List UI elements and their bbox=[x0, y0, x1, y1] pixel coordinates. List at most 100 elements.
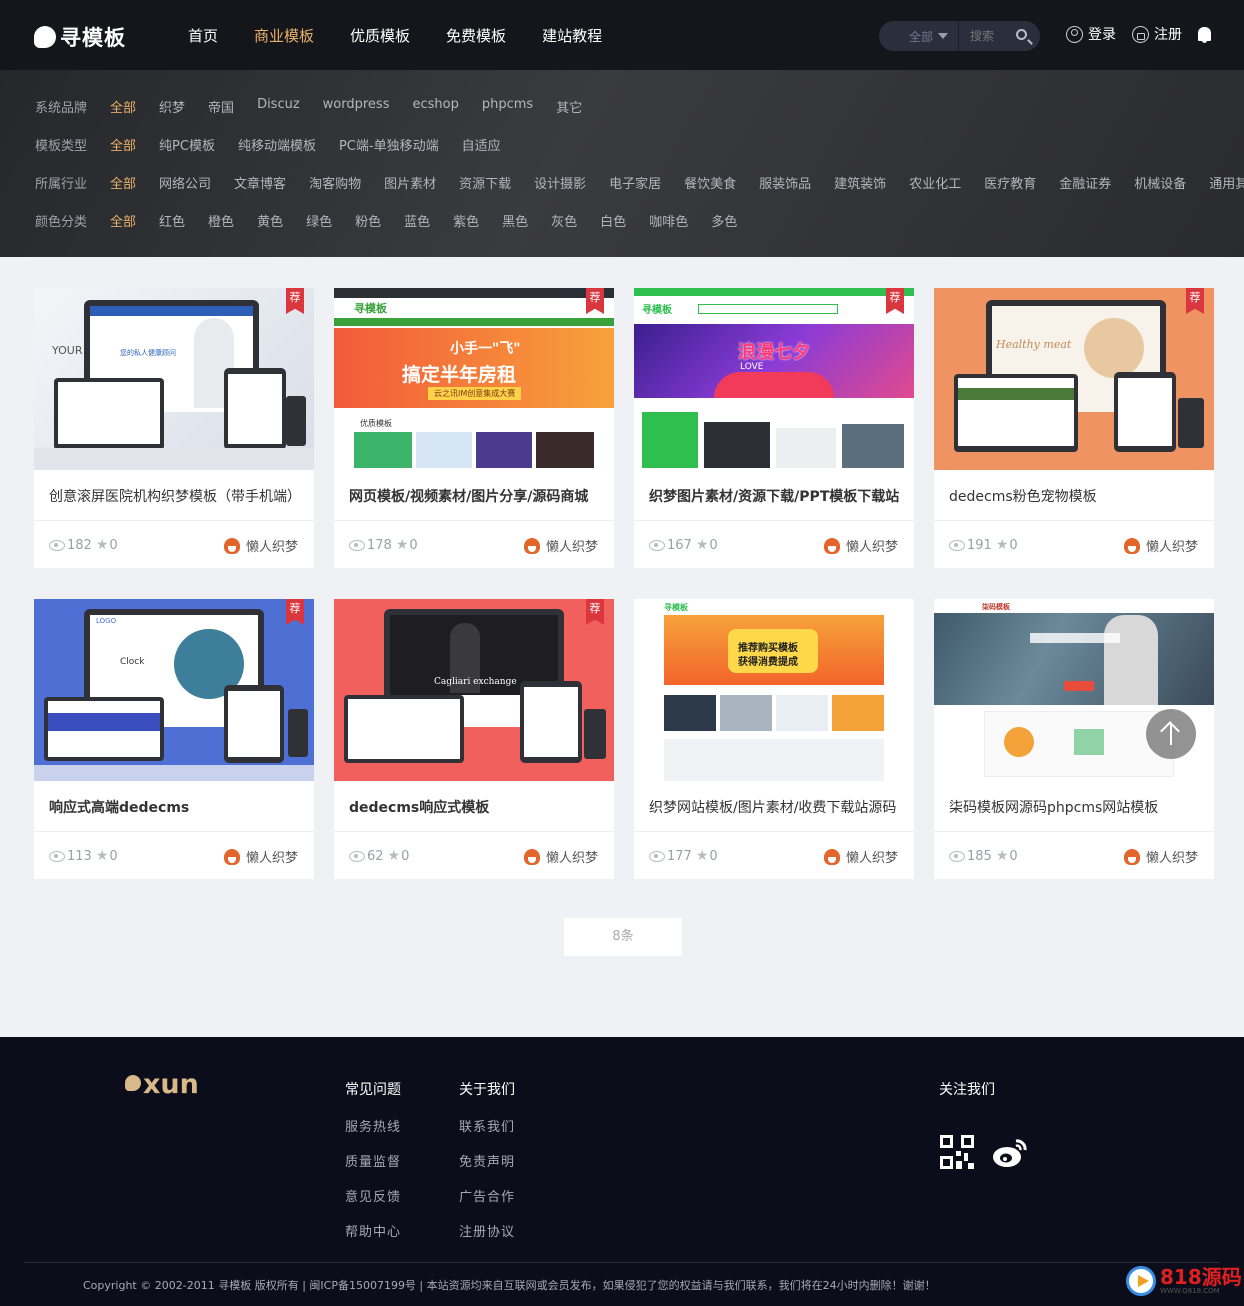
pagination-count[interactable]: 8条 bbox=[564, 918, 682, 956]
filter-option[interactable]: 机械设备 bbox=[1134, 173, 1186, 192]
notification-bell-icon[interactable] bbox=[1198, 27, 1211, 43]
footer-link[interactable]: 免责声明 bbox=[459, 1151, 515, 1170]
template-card[interactable]: LOGO Clock 荐 响应式高端dedecms 113 ★ 0 懒人织梦 bbox=[34, 599, 314, 879]
author-link[interactable]: 懒人织梦 bbox=[523, 847, 598, 866]
template-title[interactable]: 创意滚屏医院机构织梦模板（带手机端） bbox=[49, 486, 301, 506]
footer-link[interactable]: 联系我们 bbox=[459, 1116, 515, 1135]
filter-option[interactable]: 纯PC模板 bbox=[159, 135, 215, 154]
filter-option[interactable]: 蓝色 bbox=[404, 211, 430, 230]
qrcode-icon[interactable] bbox=[940, 1135, 974, 1169]
search-button[interactable] bbox=[1011, 24, 1035, 48]
template-title[interactable]: 织梦图片素材/资源下载/PPT模板下载站 bbox=[649, 486, 901, 506]
template-thumbnail[interactable]: YOUR 您的私人健康顾问 bbox=[34, 288, 314, 470]
author-link[interactable]: 懒人织梦 bbox=[1123, 847, 1198, 866]
filter-option[interactable]: 全部 bbox=[110, 173, 136, 192]
user-icon bbox=[1066, 25, 1083, 43]
author-link[interactable]: 懒人织梦 bbox=[1123, 536, 1198, 555]
filter-option[interactable]: 通用其他 bbox=[1209, 173, 1244, 192]
filter-option[interactable]: 网络公司 bbox=[159, 173, 211, 192]
filter-option[interactable]: 文章博客 bbox=[234, 173, 286, 192]
weibo-icon[interactable] bbox=[992, 1137, 1028, 1169]
filter-option[interactable]: 紫色 bbox=[453, 211, 479, 230]
filter-option[interactable]: 建筑装饰 bbox=[834, 173, 886, 192]
template-title[interactable]: 柒码模板网源码phpcms网站模板 bbox=[949, 797, 1201, 817]
author-link[interactable]: 懒人织梦 bbox=[223, 847, 298, 866]
search-input[interactable] bbox=[959, 29, 1011, 43]
filter-option[interactable]: 设计摄影 bbox=[534, 173, 586, 192]
template-title[interactable]: 响应式高端dedecms bbox=[49, 797, 301, 817]
filter-option[interactable]: 金融证券 bbox=[1059, 173, 1111, 192]
template-card[interactable]: 寻模板 小手一"飞" 搞定半年房租 云之讯IM创意集成大赛 优质模板 荐 网页模… bbox=[334, 288, 614, 568]
nav-home[interactable]: 首页 bbox=[188, 25, 218, 46]
filter-option[interactable]: 农业化工 bbox=[909, 173, 961, 192]
author-link[interactable]: 懒人织梦 bbox=[823, 847, 898, 866]
filter-option[interactable]: wordpress bbox=[323, 97, 390, 116]
template-card[interactable]: YOUR 您的私人健康顾问 荐 创意滚屏医院机构织梦模板（带手机端） 182 ★… bbox=[34, 288, 314, 568]
author-link[interactable]: 懒人织梦 bbox=[823, 536, 898, 555]
filter-option[interactable]: 淘客购物 bbox=[309, 173, 361, 192]
login-link[interactable]: 登录 bbox=[1066, 24, 1116, 44]
filter-option[interactable]: 灰色 bbox=[551, 211, 577, 230]
template-card[interactable]: 寻模板 推荐购买模板 获得消费提成 织梦网站模板/图片素材/收费下载站源码 17… bbox=[634, 599, 914, 879]
view-count: 113 bbox=[67, 848, 92, 864]
footer-link[interactable]: 意见反馈 bbox=[345, 1186, 401, 1205]
filter-option[interactable]: phpcms bbox=[482, 97, 533, 116]
filter-option[interactable]: 橙色 bbox=[208, 211, 234, 230]
filter-option[interactable]: PC端-单独移动端 bbox=[339, 135, 439, 154]
filter-option[interactable]: 织梦 bbox=[159, 97, 185, 116]
filter-option[interactable]: 咖啡色 bbox=[649, 211, 688, 230]
template-thumbnail[interactable]: 寻模板 小手一"飞" 搞定半年房租 云之讯IM创意集成大赛 优质模板 bbox=[334, 288, 614, 470]
filter-option[interactable]: 餐饮美食 bbox=[684, 173, 736, 192]
filter-option[interactable]: 多色 bbox=[711, 211, 737, 230]
filter-option[interactable]: 自适应 bbox=[462, 135, 501, 154]
filter-option[interactable]: 红色 bbox=[159, 211, 185, 230]
filter-option[interactable]: 纯移动端模板 bbox=[238, 135, 316, 154]
template-thumbnail[interactable]: Healthy meat bbox=[934, 288, 1214, 470]
nav-premium[interactable]: 优质模板 bbox=[350, 25, 410, 46]
template-thumbnail[interactable]: Cagliari exchange bbox=[334, 599, 614, 781]
footer-link[interactable]: 广告合作 bbox=[459, 1186, 515, 1205]
filter-option[interactable]: Discuz bbox=[257, 97, 300, 116]
author-link[interactable]: 懒人织梦 bbox=[223, 536, 298, 555]
template-title[interactable]: dedecms粉色宠物模板 bbox=[949, 486, 1201, 506]
filter-option[interactable]: 全部 bbox=[110, 97, 136, 116]
filter-option[interactable]: 电子家居 bbox=[609, 173, 661, 192]
nav-tutorials[interactable]: 建站教程 bbox=[542, 25, 602, 46]
template-card[interactable]: Cagliari exchange 荐 dedecms响应式模板 62 ★ 0 … bbox=[334, 599, 614, 879]
template-thumbnail[interactable]: LOGO Clock bbox=[34, 599, 314, 781]
filter-option[interactable]: 黄色 bbox=[257, 211, 283, 230]
filter-option[interactable]: 其它 bbox=[556, 97, 582, 116]
filter-option[interactable]: 服装饰品 bbox=[759, 173, 811, 192]
template-thumbnail[interactable]: 寻模板 推荐购买模板 获得消费提成 bbox=[634, 599, 914, 781]
author-link[interactable]: 懒人织梦 bbox=[523, 536, 598, 555]
filter-option[interactable]: 帝国 bbox=[208, 97, 234, 116]
template-thumbnail[interactable]: 寻模板 浪漫七夕 LOVE bbox=[634, 288, 914, 470]
register-link[interactable]: 注册 bbox=[1132, 24, 1182, 44]
footer-link[interactable]: 服务热线 bbox=[345, 1116, 401, 1135]
filter-option[interactable]: 黑色 bbox=[502, 211, 528, 230]
template-card[interactable]: 寻模板 浪漫七夕 LOVE 荐 织梦图片素材/资源下载/PPT模板下载站 167… bbox=[634, 288, 914, 568]
footer-link[interactable]: 帮助中心 bbox=[345, 1221, 401, 1240]
filter-option[interactable]: 图片素材 bbox=[384, 173, 436, 192]
template-card[interactable]: Healthy meat 荐 dedecms粉色宠物模板 191 ★ 0 懒人织… bbox=[934, 288, 1214, 568]
filter-option[interactable]: 全部 bbox=[110, 211, 136, 230]
template-title[interactable]: 网页模板/视频素材/图片分享/源码商城 bbox=[349, 486, 601, 506]
filter-option[interactable]: 绿色 bbox=[306, 211, 332, 230]
nav-commercial[interactable]: 商业模板 bbox=[254, 25, 314, 46]
footer-link[interactable]: 注册协议 bbox=[459, 1221, 515, 1240]
template-title[interactable]: 织梦网站模板/图片素材/收费下载站源码 bbox=[649, 797, 901, 817]
filter-option[interactable]: 全部 bbox=[110, 135, 136, 154]
card-stats: 167 ★ 0 bbox=[649, 537, 718, 553]
filter-option[interactable]: 资源下载 bbox=[459, 173, 511, 192]
filter-option[interactable]: 白色 bbox=[600, 211, 626, 230]
template-title[interactable]: dedecms响应式模板 bbox=[349, 797, 601, 817]
footer-logo[interactable]: xun bbox=[125, 1069, 199, 1100]
nav-free[interactable]: 免费模板 bbox=[446, 25, 506, 46]
search-category-select[interactable]: 全部 bbox=[879, 21, 959, 51]
filter-option[interactable]: ecshop bbox=[412, 97, 458, 116]
back-to-top-button[interactable] bbox=[1146, 709, 1196, 759]
footer-link[interactable]: 质量监督 bbox=[345, 1151, 401, 1170]
site-logo[interactable]: 寻模板 bbox=[34, 22, 126, 52]
filter-option[interactable]: 粉色 bbox=[355, 211, 381, 230]
filter-option[interactable]: 医疗教育 bbox=[984, 173, 1036, 192]
